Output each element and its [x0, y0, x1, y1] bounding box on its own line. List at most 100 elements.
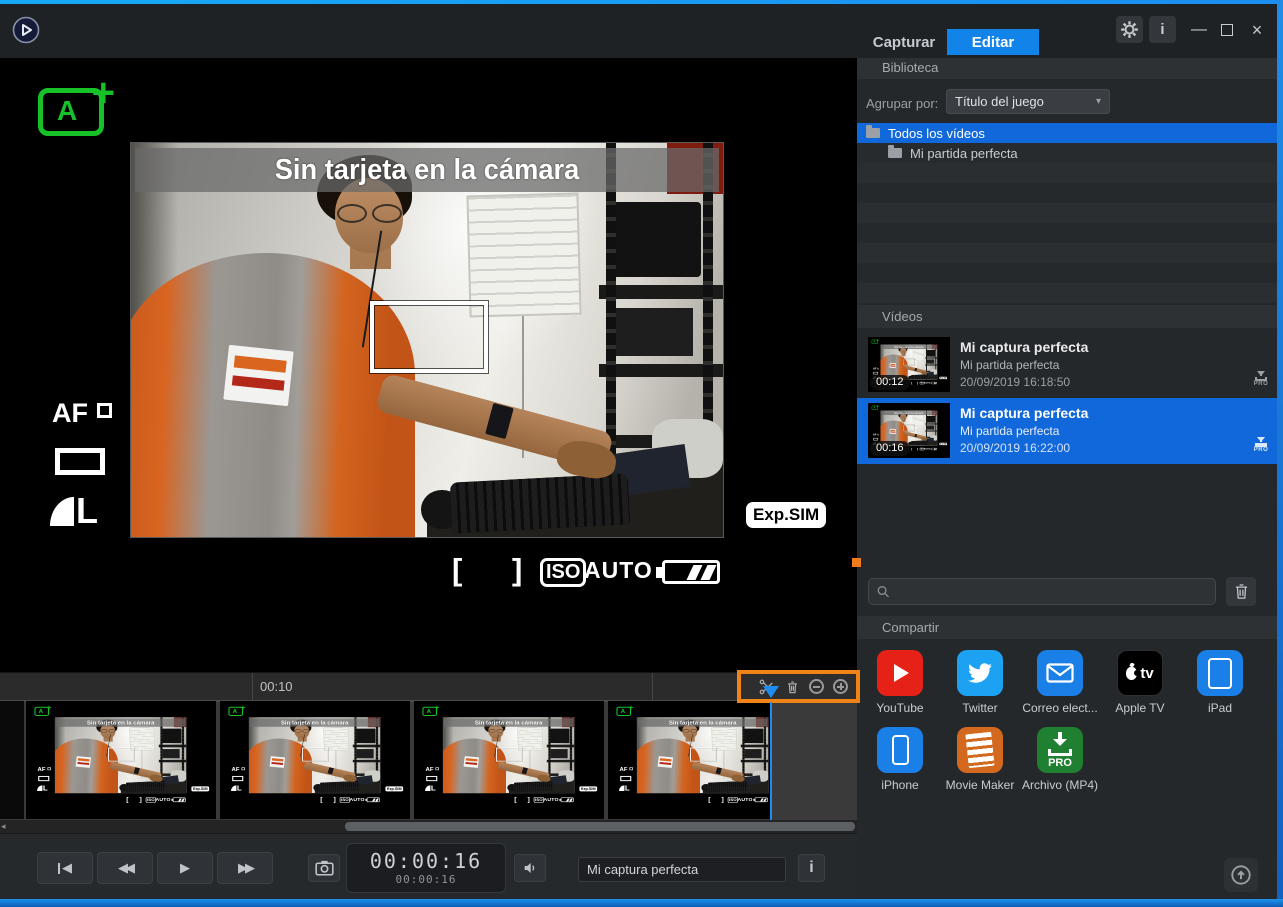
metering-frame-icon — [55, 448, 105, 475]
zoom-out-icon[interactable] — [809, 679, 824, 694]
warning-text: Sin tarjeta en la cámara — [894, 412, 923, 415]
scene-shelf-box — [927, 425, 934, 429]
timeline-ruler[interactable]: 00:10 — [0, 672, 857, 700]
settings-button[interactable] — [1116, 16, 1143, 43]
timecode-display: 00:00:16 00:00:16 — [346, 843, 506, 893]
iso-badge: ISO — [340, 797, 350, 803]
exp-sim-badge: Exp.SIM — [746, 502, 826, 528]
video-date: 20/09/2019 16:22:00 — [960, 441, 1070, 455]
clip-info-button[interactable]: i — [798, 854, 825, 882]
bracket-close: ] — [722, 796, 724, 803]
scene-glasses — [295, 729, 309, 733]
scene-keyboard — [708, 781, 748, 793]
transport-bar: ◀ ◀◀ ▶ ▶▶ 00:00:16 00:00:16 i — [0, 833, 857, 899]
af-frame — [108, 748, 134, 762]
apple-logo-icon — [1126, 667, 1137, 680]
battery-icon — [367, 797, 380, 802]
share-apple-tv[interactable]: tv Apple TV — [1100, 650, 1180, 724]
playhead-marker[interactable] — [763, 686, 779, 698]
af-frame — [690, 748, 716, 762]
chevron-down-icon: ▾ — [1096, 96, 1101, 107]
upload-button[interactable] — [1224, 858, 1258, 892]
play-button[interactable]: ▶ — [157, 852, 213, 884]
bracket-open: [ — [911, 447, 912, 450]
video-row-selected[interactable]: A + — [857, 398, 1277, 464]
trash-icon — [1234, 583, 1249, 600]
tab-edit[interactable]: Editar — [947, 29, 1039, 55]
tab-capture[interactable]: Capturar — [864, 30, 944, 55]
close-button[interactable]: × — [1248, 20, 1266, 40]
scene-name-badge — [889, 363, 896, 369]
filmstrip-clip[interactable]: A + — [220, 701, 410, 819]
filmstrip-clip[interactable]: A + — [414, 701, 604, 819]
minimize-button[interactable]: — — [1190, 20, 1208, 40]
fast-forward-button[interactable]: ▶▶ — [217, 852, 273, 884]
rewind-button[interactable]: ◀◀ — [97, 852, 153, 884]
af-frame — [496, 748, 522, 762]
warning-banner: Sin tarjeta en la cámara — [881, 411, 937, 415]
af-mode-indicator: AF — [232, 766, 245, 772]
zoom-in-icon[interactable] — [833, 679, 848, 694]
metering-frame-icon — [38, 776, 49, 781]
image-quality-indicator: L — [37, 785, 48, 791]
group-by-dropdown[interactable]: Título del juego ▾ — [946, 89, 1110, 114]
share-movie-maker[interactable]: Movie Maker — [940, 727, 1020, 801]
bracket-close: ] — [334, 796, 336, 803]
quality-wedge-icon — [425, 785, 430, 791]
clip-title-input[interactable] — [578, 857, 786, 882]
iso-auto-label: AUTO — [584, 557, 653, 584]
scene-auto-icon: A + — [228, 707, 243, 716]
delete-section-icon[interactable] — [785, 679, 800, 695]
skip-start-button[interactable]: ◀ — [37, 852, 93, 884]
bracket-open: [ — [452, 552, 462, 588]
video-title: Mi captura perfecta — [960, 339, 1088, 355]
warning-text: Sin tarjeta en la cámara — [281, 719, 349, 725]
share-iphone[interactable]: iPhone — [860, 727, 940, 801]
af-frame — [302, 748, 328, 762]
bracket-open: [ — [320, 796, 322, 803]
empty-list-row — [857, 183, 1277, 203]
timeline-scrollbar[interactable]: ◂ — [0, 820, 857, 833]
empty-list-row — [857, 283, 1277, 303]
library-search[interactable] — [868, 578, 1216, 605]
snapshot-button[interactable] — [308, 854, 340, 882]
folder-row-all-videos[interactable]: Todos los vídeos — [857, 123, 1277, 143]
filmstrip-clip[interactable]: A + — [608, 701, 770, 819]
battery-icon — [561, 797, 574, 802]
volume-button[interactable] — [514, 854, 546, 882]
share-file-mp4[interactable]: PRO Archivo (MP4) — [1020, 727, 1100, 801]
folder-row-game[interactable]: Mi partida perfecta — [857, 143, 1277, 163]
info-button[interactable]: i — [1149, 16, 1176, 43]
warning-banner: Sin tarjeta en la cámara — [250, 718, 379, 726]
scene-shelf-box — [357, 749, 374, 758]
filmstrip-clip-partial[interactable] — [0, 701, 24, 819]
scene-dark-box — [926, 416, 935, 423]
scroll-left-arrow-icon[interactable]: ◂ — [1, 821, 6, 832]
scene-dark-box — [611, 202, 701, 277]
bracket-close: ] — [512, 552, 522, 588]
share-youtube[interactable]: YouTube — [860, 650, 940, 724]
image-quality-indicator: L — [50, 496, 98, 526]
scene-glasses — [683, 729, 697, 733]
maximize-button[interactable] — [1221, 24, 1233, 36]
scene-name-badge — [463, 756, 479, 768]
video-row[interactable]: A + — [857, 332, 1277, 398]
camera-viewfinder: A + — [0, 58, 857, 672]
group-by-label: Agrupar por: — [866, 96, 938, 111]
iso-badge: ISO — [728, 797, 738, 803]
pro-export-icon: PRO — [1252, 372, 1270, 387]
empty-list-row — [857, 223, 1277, 243]
gear-icon — [1120, 20, 1139, 39]
filmstrip-clip[interactable]: A + — [26, 701, 216, 819]
scrollbar-thumb[interactable] — [345, 822, 855, 831]
delete-video-button[interactable] — [1226, 577, 1256, 606]
search-input[interactable] — [896, 584, 1208, 599]
share-ipad[interactable]: iPad — [1180, 650, 1260, 724]
annotation-marker — [852, 558, 861, 567]
scene-name-badge — [75, 756, 91, 768]
share-email[interactable]: Correo elect... — [1020, 650, 1100, 724]
iso-badge: ISO — [540, 558, 586, 587]
bracket-close: ] — [917, 381, 918, 384]
scene-name-badge — [223, 345, 294, 407]
share-twitter[interactable]: Twitter — [940, 650, 1020, 724]
